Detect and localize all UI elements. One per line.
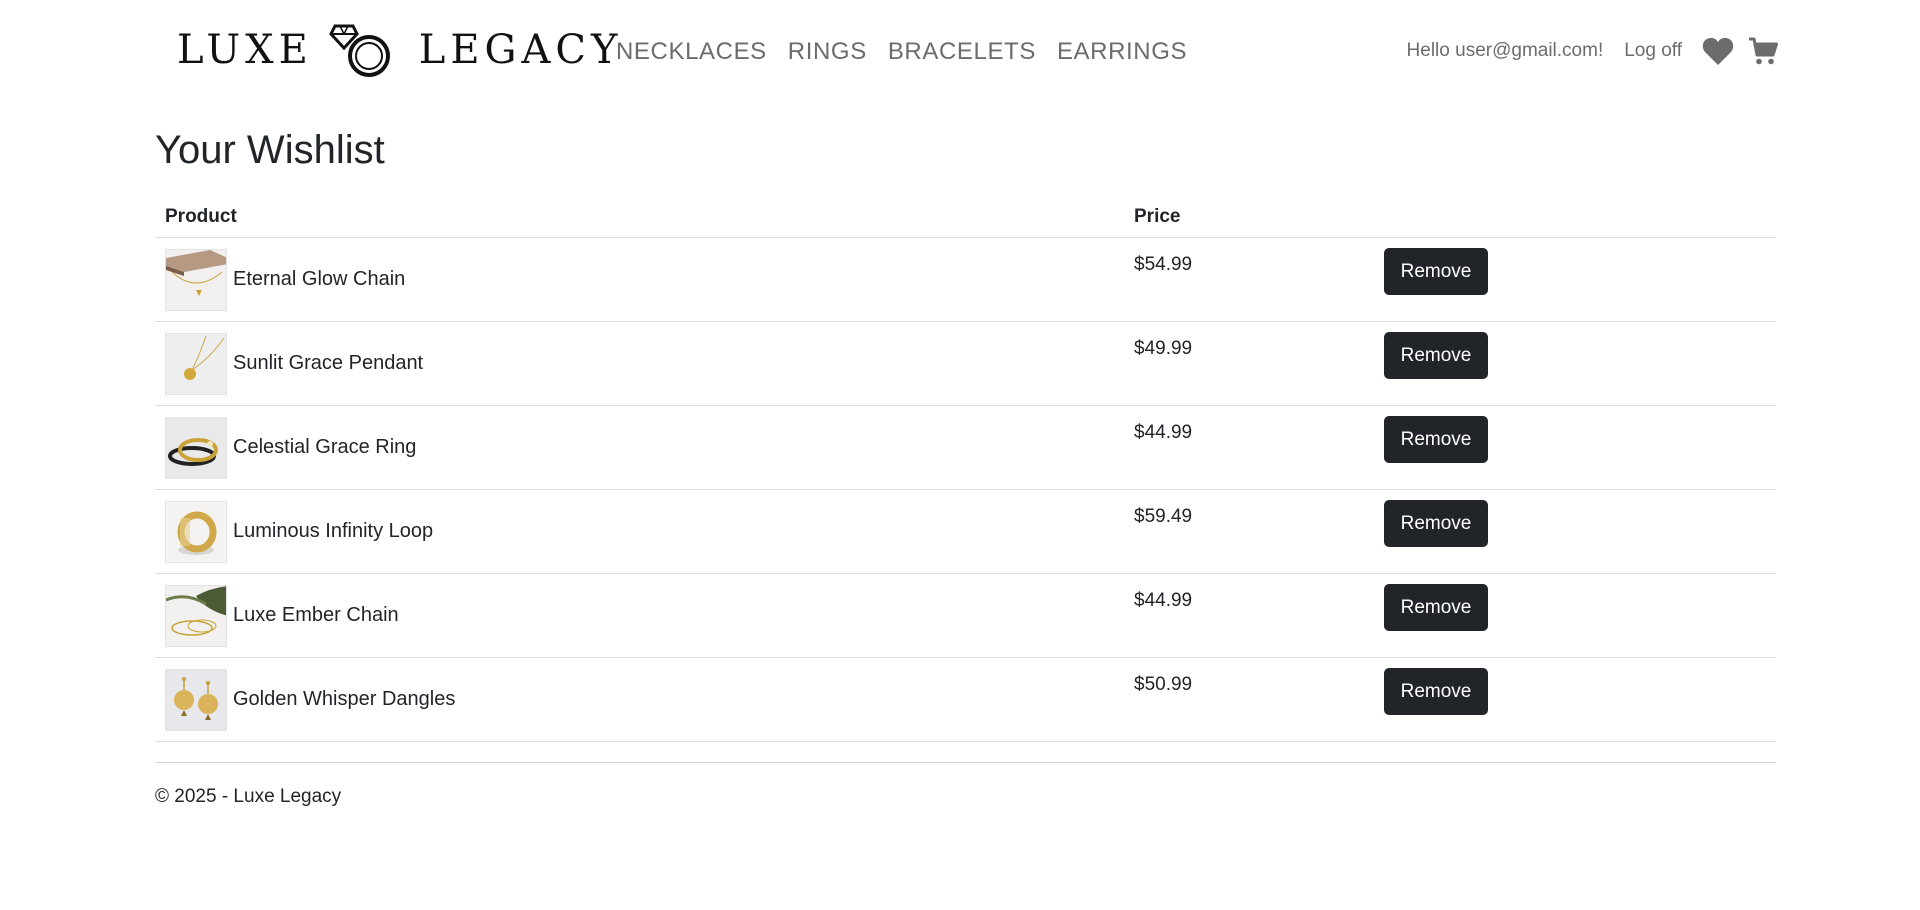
column-header-price: Price bbox=[1134, 205, 1181, 227]
product-cell: Golden Whisper Dangles bbox=[155, 658, 1134, 741]
footer-copyright: © 2025 - Luxe Legacy bbox=[155, 786, 342, 807]
nav-item-bracelets[interactable]: BRACELETS bbox=[888, 38, 1036, 66]
product-name[interactable]: Sunlit Grace Pendant bbox=[233, 352, 423, 375]
table-row: Luxe Ember Chain $44.99 Remove bbox=[155, 574, 1776, 658]
user-area: Hello user@gmail.com! Log off bbox=[1407, 36, 1778, 66]
product-thumbnail-bracelet[interactable] bbox=[165, 584, 227, 647]
page-title: Your Wishlist bbox=[155, 128, 385, 172]
nav-item-rings[interactable]: RINGS bbox=[788, 38, 867, 66]
product-name[interactable]: Golden Whisper Dangles bbox=[233, 688, 455, 711]
product-name[interactable]: Luxe Ember Chain bbox=[233, 604, 399, 627]
product-thumbnail-ring-stack[interactable] bbox=[165, 416, 227, 479]
product-cell: Luminous Infinity Loop bbox=[155, 490, 1134, 573]
product-price: $59.49 bbox=[1134, 506, 1193, 527]
table-row: Golden Whisper Dangles $50.99 Remove bbox=[155, 658, 1776, 742]
remove-button[interactable]: Remove bbox=[1384, 248, 1488, 295]
product-thumbnail-band-ring[interactable] bbox=[165, 500, 227, 563]
product-cell: Sunlit Grace Pendant bbox=[155, 322, 1134, 405]
remove-button[interactable]: Remove bbox=[1384, 332, 1488, 379]
wishlist-table: Product Price Eternal Glow Chain $54.99 … bbox=[155, 196, 1776, 742]
product-name[interactable]: Eternal Glow Chain bbox=[233, 268, 405, 291]
heart-icon[interactable] bbox=[1702, 36, 1734, 66]
remove-button[interactable]: Remove bbox=[1384, 416, 1488, 463]
product-thumbnail-earrings[interactable] bbox=[165, 668, 227, 731]
product-cell: Luxe Ember Chain bbox=[155, 574, 1134, 657]
product-price: $44.99 bbox=[1134, 422, 1193, 443]
product-cell: Eternal Glow Chain bbox=[155, 238, 1134, 321]
brand-name-left: LUXE bbox=[177, 27, 313, 73]
product-price: $50.99 bbox=[1134, 674, 1193, 695]
nav-item-earrings[interactable]: EARRINGS bbox=[1057, 38, 1187, 66]
column-header-product: Product bbox=[165, 205, 237, 227]
user-greeting[interactable]: Hello user@gmail.com! bbox=[1407, 40, 1604, 62]
remove-button[interactable]: Remove bbox=[1384, 500, 1488, 547]
product-cell: Celestial Grace Ring bbox=[155, 406, 1134, 489]
product-price: $49.99 bbox=[1134, 338, 1193, 359]
main-nav: NECKLACES RINGS BRACELETS EARRINGS bbox=[616, 38, 1187, 66]
table-row: Luminous Infinity Loop $59.49 Remove bbox=[155, 490, 1776, 574]
product-name[interactable]: Luminous Infinity Loop bbox=[233, 520, 433, 543]
diamond-ring-icon bbox=[328, 24, 390, 77]
table-row: Eternal Glow Chain $54.99 Remove bbox=[155, 238, 1776, 322]
cart-icon[interactable] bbox=[1748, 36, 1778, 66]
site-header: LUXE LEGACY NECKLACES RINGS BRACELETS EA… bbox=[0, 0, 1920, 108]
table-header: Product Price bbox=[155, 196, 1776, 238]
table-row: Celestial Grace Ring $44.99 Remove bbox=[155, 406, 1776, 490]
remove-button[interactable]: Remove bbox=[1384, 584, 1488, 631]
table-row: Sunlit Grace Pendant $49.99 Remove bbox=[155, 322, 1776, 406]
product-thumbnail-necklace[interactable] bbox=[165, 248, 227, 311]
footer-divider bbox=[155, 762, 1776, 763]
remove-button[interactable]: Remove bbox=[1384, 668, 1488, 715]
logoff-link[interactable]: Log off bbox=[1624, 40, 1682, 62]
brand-logo[interactable]: LUXE LEGACY bbox=[177, 22, 622, 78]
brand-name-right: LEGACY bbox=[418, 27, 623, 73]
product-price: $54.99 bbox=[1134, 254, 1193, 275]
nav-item-necklaces[interactable]: NECKLACES bbox=[616, 38, 767, 66]
product-price: $44.99 bbox=[1134, 590, 1193, 611]
product-thumbnail-pendant[interactable] bbox=[165, 332, 227, 395]
product-name[interactable]: Celestial Grace Ring bbox=[233, 436, 416, 459]
